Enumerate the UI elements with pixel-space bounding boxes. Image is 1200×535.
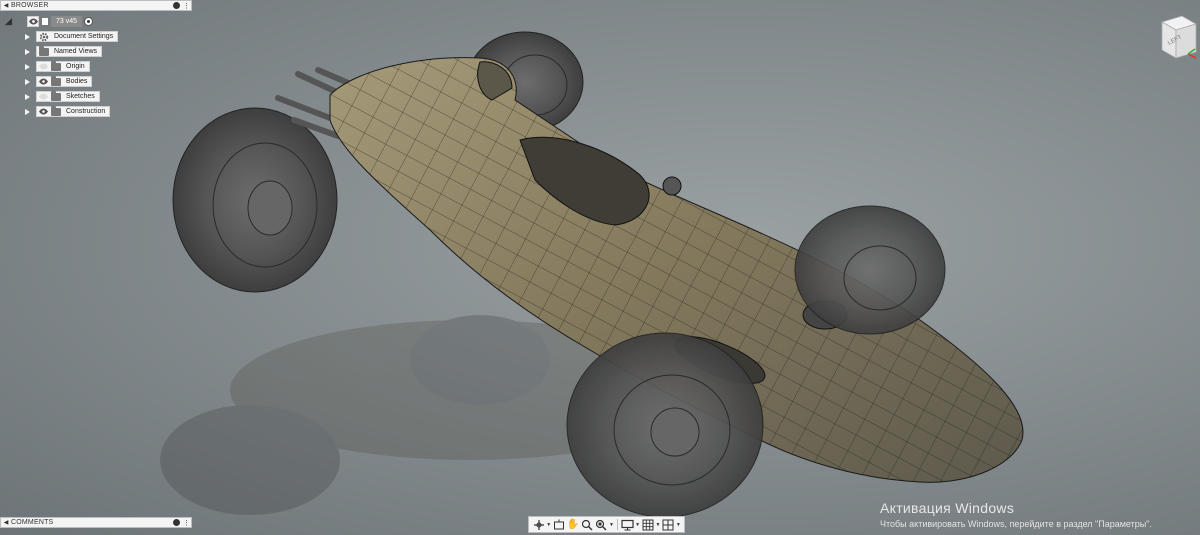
- tree-item-label: Bodies: [66, 78, 88, 85]
- viewcube[interactable]: LEFT: [1148, 14, 1198, 66]
- front-wheel-right: [794, 205, 946, 335]
- zoom-dropdown-icon[interactable]: ▼: [609, 518, 614, 531]
- activate-target-icon[interactable]: [84, 17, 94, 26]
- expand-arrow-icon[interactable]: [25, 63, 30, 70]
- tree-item-sketches[interactable]: Sketches: [0, 89, 118, 104]
- browser-root-row[interactable]: 73 v45: [0, 14, 118, 29]
- folder-icon: [51, 90, 61, 101]
- root-component-name[interactable]: 73 v45: [51, 16, 83, 27]
- activation-subtitle: Чтобы активировать Windows, перейдите в …: [880, 519, 1152, 529]
- pan-icon[interactable]: ✋: [566, 518, 579, 531]
- tree-item-construction[interactable]: Construction: [0, 104, 118, 119]
- comments-add-icon[interactable]: [173, 519, 180, 526]
- display-settings-dropdown-icon[interactable]: ▼: [635, 518, 640, 531]
- orbit-icon[interactable]: [532, 518, 545, 531]
- look-at-icon[interactable]: [552, 518, 565, 531]
- browser-title: BROWSER: [11, 2, 49, 9]
- tree-item-origin[interactable]: Origin: [0, 59, 118, 74]
- tree-item-named-views[interactable]: Named Views: [0, 44, 118, 59]
- comments-pin-icon[interactable]: ⋮: [183, 519, 190, 527]
- expand-arrow-icon[interactable]: [25, 108, 30, 115]
- front-wheel-left: [566, 332, 764, 518]
- navigation-toolbar: ▼ ✋ ▼ ▼ ▼ ▼: [528, 516, 685, 533]
- viewports-icon[interactable]: [662, 518, 675, 531]
- windows-activation-watermark: Активация Windows Чтобы активировать Win…: [880, 500, 1152, 529]
- zoom-icon[interactable]: [581, 518, 594, 531]
- gear-icon: [39, 32, 49, 41]
- hidden-eye-icon[interactable]: [39, 92, 48, 101]
- viewports-dropdown-icon[interactable]: ▼: [676, 518, 681, 531]
- folder-icon: [51, 105, 61, 116]
- browser-panel-header[interactable]: ◀ BROWSER ⋮: [0, 0, 192, 11]
- folder-icon: [51, 75, 61, 86]
- expand-arrow-icon[interactable]: [25, 78, 30, 85]
- comments-expand-icon[interactable]: ◀: [1, 519, 11, 526]
- 3d-viewport[interactable]: [0, 0, 1200, 535]
- collapse-root-icon[interactable]: [4, 17, 13, 26]
- grid-icon[interactable]: [641, 518, 654, 531]
- document-icon: [41, 17, 49, 26]
- tree-item-label: Named Views: [54, 48, 98, 55]
- tree-item-document-settings[interactable]: Document Settings: [0, 29, 119, 44]
- folder-icon: [51, 60, 61, 71]
- visibility-eye-icon[interactable]: [39, 107, 48, 116]
- visibility-eye-icon[interactable]: [39, 77, 48, 86]
- root-visibility-eye-icon[interactable]: [27, 16, 39, 27]
- tree-item-label: Sketches: [66, 93, 95, 100]
- tree-item-bodies[interactable]: Bodies: [0, 74, 118, 89]
- pin-icon[interactable]: ⋮: [183, 2, 190, 10]
- tree-item-label: Construction: [66, 108, 106, 115]
- expand-arrow-icon[interactable]: [25, 48, 30, 55]
- comments-title: COMMENTS: [11, 519, 54, 526]
- tree-item-label: Origin: [66, 63, 85, 70]
- folder-icon: [39, 45, 49, 56]
- hidden-eye-icon[interactable]: [39, 62, 48, 71]
- fit-icon[interactable]: [595, 518, 608, 531]
- expand-arrow-icon[interactable]: [25, 33, 30, 40]
- activation-title: Активация Windows: [880, 500, 1015, 516]
- rear-wheel-left: [172, 107, 338, 293]
- tree-item-label: Document Settings: [54, 33, 114, 40]
- browser-tree: 73 v45 Document Settings Named Views Ori…: [0, 14, 119, 119]
- collapse-caret-icon[interactable]: ◀: [1, 2, 11, 9]
- toolbar-divider: [617, 519, 618, 530]
- display-settings-icon[interactable]: [621, 518, 634, 531]
- orbit-dropdown-icon[interactable]: ▼: [546, 518, 551, 531]
- grid-dropdown-icon[interactable]: ▼: [655, 518, 661, 531]
- comments-panel-header[interactable]: ◀ COMMENTS ⋮: [0, 517, 192, 528]
- expand-arrow-icon[interactable]: [25, 93, 30, 100]
- x-axis-icon: [1187, 53, 1197, 59]
- browser-close-icon[interactable]: [173, 2, 180, 9]
